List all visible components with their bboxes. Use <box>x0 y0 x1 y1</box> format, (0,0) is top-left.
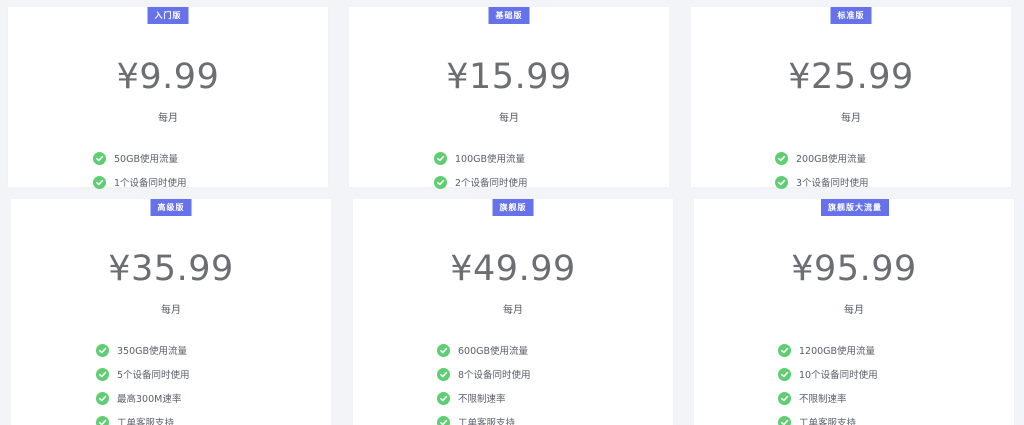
feature-item: 10个设备同时使用 <box>778 362 878 386</box>
feature-text: 10个设备同时使用 <box>799 370 878 381</box>
plan-period: 每月 <box>158 113 178 124</box>
plan-card-advanced[interactable]: 高级版 ¥35.99 每月 350GB使用流量 5个设备同时使用 最高300M速… <box>11 199 331 425</box>
plan-period: 每月 <box>841 113 861 124</box>
plan-period: 每月 <box>161 305 181 316</box>
plan-badge: 旗舰版 <box>492 199 534 216</box>
plan-badge: 入门版 <box>147 7 189 24</box>
feature-list: 100GB使用流量 2个设备同时使用 <box>434 146 528 194</box>
check-circle-icon <box>437 391 450 405</box>
plan-price: ¥35.99 <box>108 249 234 289</box>
feature-text: 工单客服支持 <box>799 418 857 425</box>
feature-item: 最高300M速率 <box>96 386 190 410</box>
plan-price: ¥49.99 <box>450 249 576 289</box>
plan-period: 每月 <box>499 113 519 124</box>
plan-price: ¥25.99 <box>788 57 914 97</box>
check-circle-icon <box>437 367 450 381</box>
feature-item: 50GB使用流量 <box>93 146 187 170</box>
feature-item: 1个设备同时使用 <box>93 170 187 194</box>
feature-item: 不限制速率 <box>778 386 878 410</box>
check-circle-icon <box>434 175 447 189</box>
plan-card-standard[interactable]: 标准版 ¥25.99 每月 200GB使用流量 3个设备同时使用 <box>691 7 1011 189</box>
check-circle-icon <box>93 175 106 189</box>
check-circle-icon <box>96 391 109 405</box>
feature-item: 工单客服支持 <box>778 410 878 425</box>
feature-list: 1200GB使用流量 10个设备同时使用 不限制速率 工单客服支持 <box>778 338 878 425</box>
check-circle-icon <box>96 343 109 357</box>
feature-item: 350GB使用流量 <box>96 338 190 362</box>
feature-text: 最高300M速率 <box>117 394 182 405</box>
plan-card-flagship-large[interactable]: 旗舰版大流量 ¥95.99 每月 1200GB使用流量 10个设备同时使用 不限… <box>694 199 1014 425</box>
feature-text: 工单客服支持 <box>117 418 175 425</box>
plan-badge: 旗舰版大流量 <box>821 199 889 216</box>
feature-text: 8个设备同时使用 <box>458 370 531 381</box>
plan-card-starter[interactable]: 入门版 ¥9.99 每月 50GB使用流量 1个设备同时使用 <box>8 7 328 189</box>
check-circle-icon <box>96 367 109 381</box>
check-circle-icon <box>778 367 791 381</box>
feature-list: 600GB使用流量 8个设备同时使用 不限制速率 工单客服支持 <box>437 338 531 425</box>
check-circle-icon <box>437 343 450 357</box>
plan-price: ¥15.99 <box>446 57 572 97</box>
feature-text: 100GB使用流量 <box>455 154 526 165</box>
plan-price: ¥9.99 <box>116 57 220 97</box>
feature-list: 50GB使用流量 1个设备同时使用 <box>93 146 187 194</box>
plan-card-basic[interactable]: 基础版 ¥15.99 每月 100GB使用流量 2个设备同时使用 <box>349 7 669 189</box>
plan-price: ¥95.99 <box>791 249 917 289</box>
feature-text: 工单客服支持 <box>458 418 516 425</box>
feature-list: 200GB使用流量 3个设备同时使用 <box>775 146 869 194</box>
feature-item: 2个设备同时使用 <box>434 170 528 194</box>
plan-period: 每月 <box>844 305 864 316</box>
plan-badge: 标准版 <box>830 7 872 24</box>
check-circle-icon <box>778 343 791 357</box>
check-circle-icon <box>778 415 791 425</box>
pricing-page: 入门版 ¥9.99 每月 50GB使用流量 1个设备同时使用 基础版 ¥15.9… <box>0 0 1024 425</box>
plan-card-flagship[interactable]: 旗舰版 ¥49.99 每月 600GB使用流量 8个设备同时使用 不限制速率 工… <box>353 199 673 425</box>
check-circle-icon <box>96 415 109 425</box>
feature-item: 600GB使用流量 <box>437 338 531 362</box>
feature-text: 1200GB使用流量 <box>799 346 876 357</box>
check-circle-icon <box>437 415 450 425</box>
feature-text: 50GB使用流量 <box>114 154 178 165</box>
check-circle-icon <box>434 151 447 165</box>
check-circle-icon <box>775 175 788 189</box>
plan-period: 每月 <box>503 305 523 316</box>
feature-item: 100GB使用流量 <box>434 146 528 170</box>
feature-item: 1200GB使用流量 <box>778 338 878 362</box>
plan-badge: 基础版 <box>488 7 530 24</box>
feature-item: 5个设备同时使用 <box>96 362 190 386</box>
feature-item: 工单客服支持 <box>96 410 190 425</box>
feature-list: 350GB使用流量 5个设备同时使用 最高300M速率 工单客服支持 <box>96 338 190 425</box>
feature-item: 工单客服支持 <box>437 410 531 425</box>
feature-text: 不限制速率 <box>799 394 847 405</box>
feature-text: 2个设备同时使用 <box>455 178 528 189</box>
check-circle-icon <box>775 151 788 165</box>
feature-item: 不限制速率 <box>437 386 531 410</box>
check-circle-icon <box>778 391 791 405</box>
feature-item: 8个设备同时使用 <box>437 362 531 386</box>
feature-text: 5个设备同时使用 <box>117 370 190 381</box>
check-circle-icon <box>93 151 106 165</box>
feature-text: 1个设备同时使用 <box>114 178 187 189</box>
feature-text: 200GB使用流量 <box>796 154 867 165</box>
feature-text: 600GB使用流量 <box>458 346 529 357</box>
feature-item: 3个设备同时使用 <box>775 170 869 194</box>
feature-text: 3个设备同时使用 <box>796 178 869 189</box>
feature-text: 不限制速率 <box>458 394 506 405</box>
plan-badge: 高级版 <box>150 199 192 216</box>
feature-item: 200GB使用流量 <box>775 146 869 170</box>
feature-text: 350GB使用流量 <box>117 346 188 357</box>
